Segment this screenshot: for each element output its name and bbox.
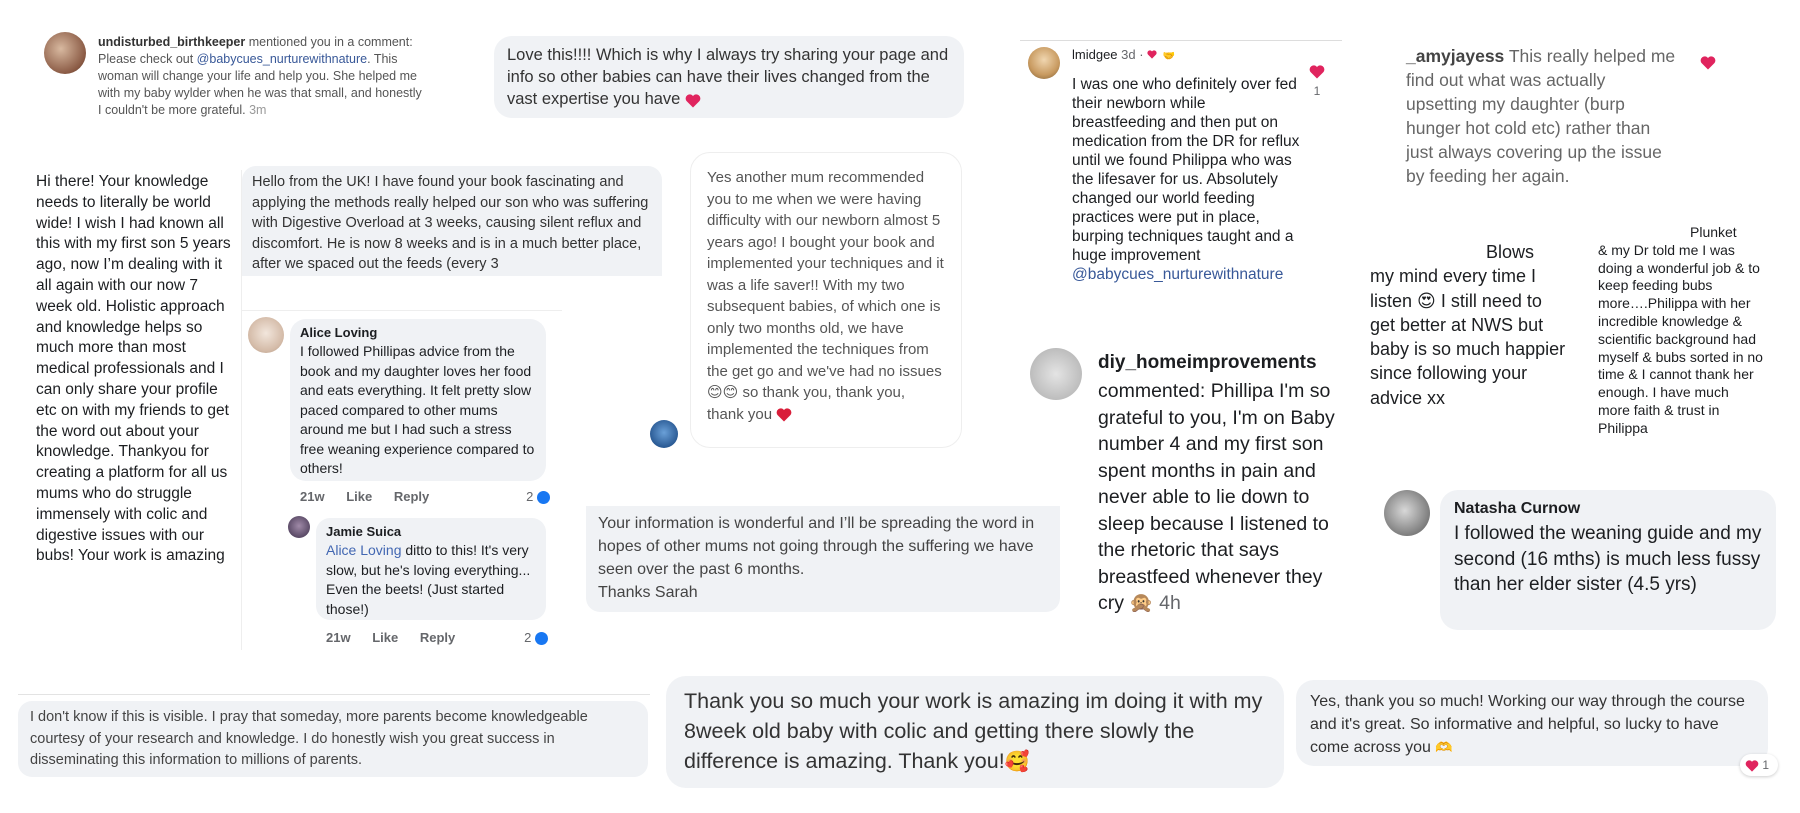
comment-card-17: Yes, thank you so much! Working our way … bbox=[1296, 678, 1780, 788]
comment-text-first-line: Blows bbox=[1486, 242, 1535, 262]
comment-card-1: undisturbed_birthkeeper mentioned you in… bbox=[40, 28, 440, 138]
comment-text: Hello from the UK! I have found your boo… bbox=[252, 174, 649, 272]
commenter-name[interactable]: Jamie Suica bbox=[326, 524, 536, 539]
smiling-hearts-emoji-icon: 🥰 bbox=[1004, 751, 1030, 773]
comment-bubble: Jamie Suica Alice Loving ditto to this! … bbox=[316, 518, 546, 620]
like-button[interactable] bbox=[1700, 56, 1716, 75]
comment-text: & my Dr told me I was doing a wonderful … bbox=[1598, 241, 1763, 436]
comment-actions: 21w Like Reply 2 bbox=[300, 489, 550, 505]
comment-text: I followed Phillipas advice from the boo… bbox=[300, 343, 535, 476]
commenter-name[interactable]: Alice Loving bbox=[300, 325, 536, 340]
comment-text: Alice Loving ditto to this! It's very sl… bbox=[326, 542, 531, 617]
timestamp: 4h bbox=[1159, 592, 1181, 614]
reaction-count: 2 bbox=[524, 630, 548, 646]
comment-card-9: Yes another mum recommended you to me wh… bbox=[650, 150, 970, 450]
avatar[interactable] bbox=[248, 317, 284, 353]
comment-card-6: Hello from the UK! I have found your boo… bbox=[242, 166, 662, 276]
comment-card-7: Alice Loving I followed Phillipas advice… bbox=[242, 310, 562, 510]
comment-text-first-line: Plunket bbox=[1690, 224, 1737, 240]
comment-card-14: Natasha Curnow I followed the weaning gu… bbox=[1380, 488, 1780, 638]
comment-actions: 21w Like Reply 2 bbox=[326, 630, 548, 646]
comment-bubble: Natasha Curnow I followed the weaning gu… bbox=[1440, 490, 1776, 630]
comment-text: Hi there! Your knowledge needs to litera… bbox=[36, 173, 231, 565]
comment-text: Thank you so much your work is amazing i… bbox=[684, 689, 1263, 773]
comment-bubble: Alice Loving I followed Phillipas advice… bbox=[290, 319, 546, 481]
mention-link[interactable]: @babycues_nurturewithnature bbox=[1072, 266, 1283, 283]
like-button[interactable]: 1 bbox=[1308, 65, 1326, 98]
avatar[interactable] bbox=[1030, 348, 1082, 400]
comment-text: Your information is wonderful and I’ll b… bbox=[598, 515, 1035, 578]
comment-card-10: Your information is wonderful and I’ll b… bbox=[586, 506, 1060, 612]
reaction-count: 2 bbox=[526, 489, 550, 505]
handshake-emoji-icon: 🤝 bbox=[1162, 51, 1176, 62]
signoff: Thanks Sarah bbox=[598, 584, 698, 601]
avatar[interactable] bbox=[44, 32, 86, 74]
comment-card-12: Blows my mind every time I listen 😍 I st… bbox=[1370, 240, 1580, 450]
comment-card-8: Jamie Suica Alice Loving ditto to this! … bbox=[288, 512, 568, 652]
comment-card-16: Thank you so much your work is amazing i… bbox=[666, 676, 1284, 788]
handshake-emoji-icon: 🫶 bbox=[1435, 739, 1453, 755]
like-count: 1 bbox=[1313, 84, 1321, 98]
timestamp: 3m bbox=[249, 103, 267, 117]
dot-separator: · bbox=[1139, 47, 1144, 62]
comment-bubble: Yes another mum recommended you to me wh… bbox=[690, 152, 962, 448]
heart-icon bbox=[1147, 50, 1159, 61]
comment-text: I was one who definitely over fed their … bbox=[1072, 76, 1300, 283]
like-button[interactable]: Like bbox=[372, 630, 398, 645]
comment-text: I don't know if this is visible. I pray … bbox=[30, 709, 588, 768]
timestamp: 3d bbox=[1121, 47, 1136, 62]
heart-icon bbox=[1309, 65, 1325, 79]
reply-button[interactable]: Reply bbox=[394, 489, 429, 504]
comment-text: my mind every time I listen 😍 I still ne… bbox=[1370, 266, 1566, 408]
comment-bubble: Yes, thank you so much! Working our way … bbox=[1296, 680, 1768, 766]
comment-text: I followed the weaning guide and my seco… bbox=[1454, 523, 1762, 595]
like-reaction-icon bbox=[535, 632, 548, 646]
comment-card-4: _amyjayess This really helped me find ou… bbox=[1406, 44, 1736, 194]
username[interactable]: diy_homeimprovements bbox=[1098, 352, 1317, 374]
heart-icon bbox=[685, 94, 701, 108]
commenter-name[interactable]: Natasha Curnow bbox=[1454, 500, 1762, 518]
timestamp: 21w bbox=[326, 630, 351, 645]
smiling-emoji-icon: 😊😊 bbox=[707, 384, 739, 401]
comment-card-15: I don't know if this is visible. I pray … bbox=[18, 694, 650, 780]
comment-text: commented: Phillipa I'm so grateful to y… bbox=[1098, 380, 1335, 614]
heart-eyes-emoji-icon: 😍 bbox=[1417, 290, 1436, 311]
comment-card-2: Love this!!!! Which is why I always try … bbox=[494, 36, 964, 118]
comment-header: lmidgee 3d · 🤝 bbox=[1072, 47, 1175, 62]
comment-card-5: Hi there! Your knowledge needs to litera… bbox=[24, 170, 242, 650]
comment-body: undisturbed_birthkeeper mentioned you in… bbox=[98, 34, 428, 119]
mention-link[interactable]: @babycues_nurturewithnature bbox=[197, 52, 367, 66]
comment-text: Love this!!!! Which is why I always try … bbox=[507, 46, 949, 108]
mention-link[interactable]: Alice Loving bbox=[326, 542, 402, 558]
heart-icon bbox=[1700, 56, 1716, 70]
avatar[interactable] bbox=[650, 420, 678, 448]
comment-bubble: I don't know if this is visible. I pray … bbox=[18, 701, 648, 777]
avatar[interactable] bbox=[1384, 490, 1430, 536]
reaction-count: 1 bbox=[1762, 758, 1770, 772]
comment-card-3: lmidgee 3d · 🤝 I was one who definitely … bbox=[1020, 40, 1342, 310]
timestamp: 21w bbox=[300, 489, 325, 504]
username[interactable]: lmidgee bbox=[1072, 47, 1118, 62]
reply-button[interactable]: Reply bbox=[420, 630, 455, 645]
comment-card-11: diy_homeimprovements commented: Phillipa… bbox=[1024, 340, 1344, 630]
like-reaction-icon bbox=[537, 491, 550, 505]
reaction-badge[interactable]: 1 bbox=[1740, 754, 1778, 776]
username[interactable]: undisturbed_birthkeeper bbox=[98, 35, 245, 49]
comment-text: _amyjayess This really helped me find ou… bbox=[1406, 46, 1676, 186]
comment-text: Yes, thank you so much! Working our way … bbox=[1310, 693, 1745, 756]
heart-icon bbox=[776, 407, 792, 422]
comment-text: Yes another mum recommended you to me wh… bbox=[707, 169, 944, 380]
like-button[interactable]: Like bbox=[346, 489, 372, 504]
comment-card-13: Plunket & my Dr told me I was doing a wo… bbox=[1598, 224, 1768, 464]
username[interactable]: _amyjayess bbox=[1406, 46, 1504, 66]
avatar[interactable] bbox=[288, 516, 310, 538]
heart-icon bbox=[1745, 760, 1759, 772]
monkey-emoji-icon: 🙊 bbox=[1129, 592, 1154, 614]
avatar[interactable] bbox=[1028, 47, 1060, 79]
